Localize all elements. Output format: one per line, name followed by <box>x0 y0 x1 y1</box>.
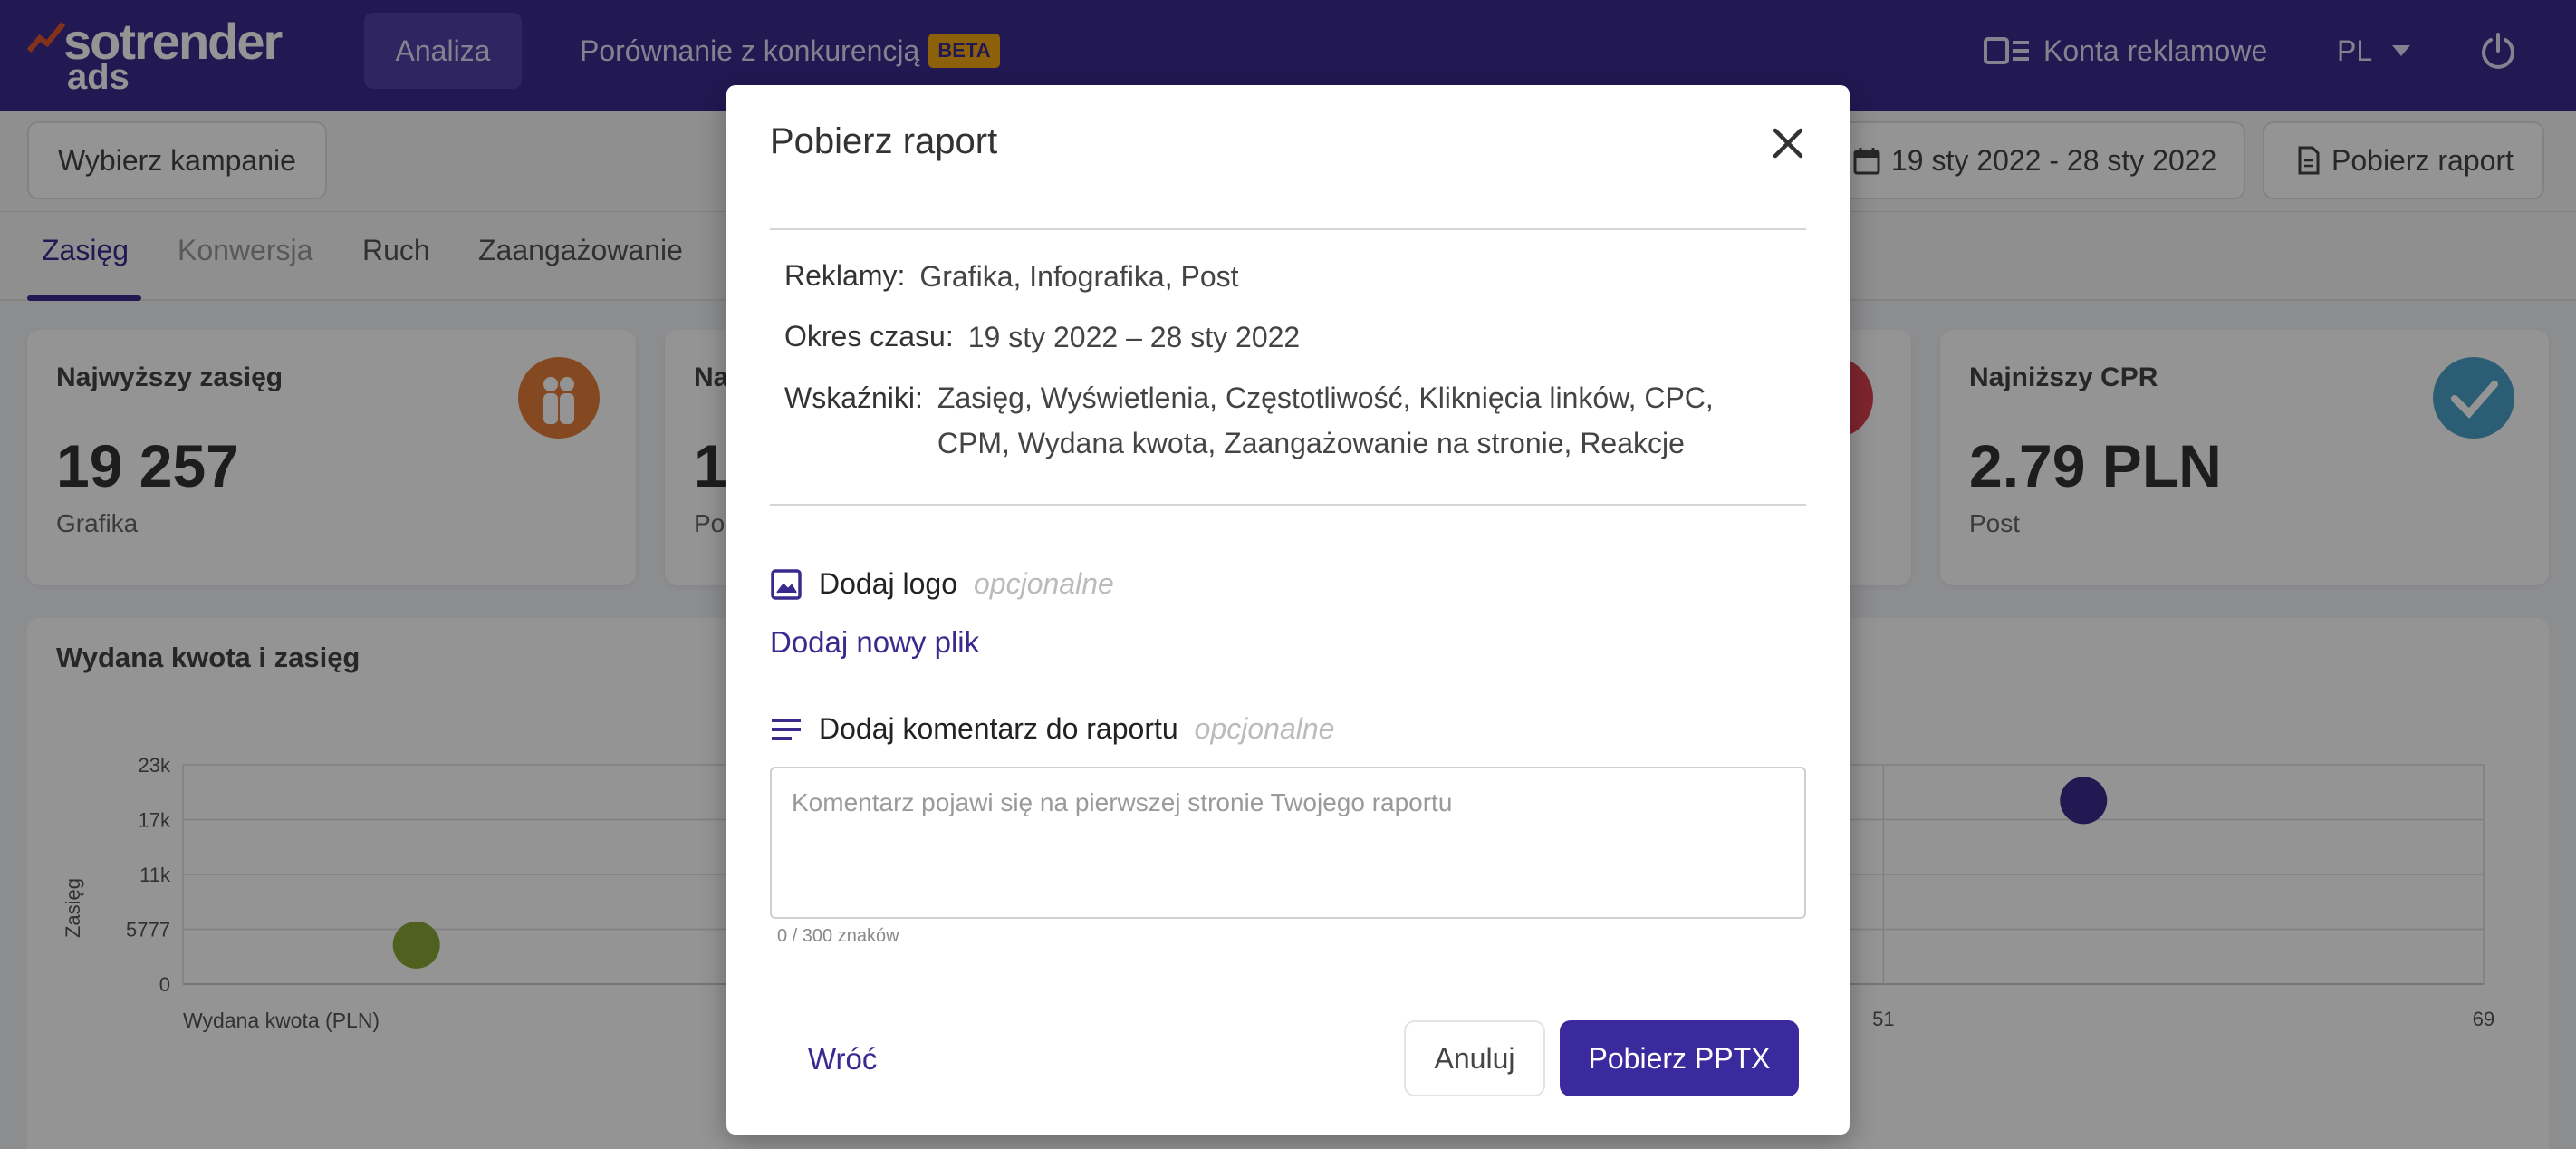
report-comment-textarea[interactable] <box>770 767 1806 919</box>
period-summary-row: Okres czasu: 19 sty 2022 – 28 sty 2022 <box>784 320 1300 354</box>
cancel-button[interactable]: Anuluj <box>1404 1020 1545 1096</box>
image-icon <box>771 568 802 600</box>
close-icon[interactable] <box>1766 121 1810 165</box>
download-pptx-button[interactable]: Pobierz PPTX <box>1560 1020 1799 1096</box>
add-new-file-link[interactable]: Dodaj nowy plik <box>770 625 979 660</box>
divider-middle <box>770 504 1806 506</box>
metrics-label: Wskaźniki: <box>784 381 923 414</box>
download-report-dialog: Pobierz raport Reklamy: Grafika, Infogra… <box>726 85 1850 1135</box>
divider-top <box>770 228 1806 230</box>
add-comment-label: Dodaj komentarz do raportu <box>819 712 1178 745</box>
optional-hint: opcjonalne <box>974 567 1114 600</box>
metrics-summary-row: Wskaźniki: Zasięg, Wyświetlenia, Częstot… <box>784 375 1799 466</box>
back-button[interactable]: Wróć <box>808 1042 877 1077</box>
add-logo-label: Dodaj logo <box>819 567 957 600</box>
ads-label: Reklamy: <box>784 259 906 292</box>
text-lines-icon <box>772 718 801 740</box>
add-comment-section: Dodaj komentarz do raportu opcjonalne <box>770 712 1334 746</box>
metrics-value: Zasięg, Wyświetlenia, Częstotliwość, Kli… <box>937 381 1714 459</box>
period-value: 19 sty 2022 – 28 sty 2022 <box>967 321 1301 353</box>
dialog-title: Pobierz raport <box>770 121 998 161</box>
ads-value: Grafika, Infografika, Post <box>919 260 1239 293</box>
ads-summary-row: Reklamy: Grafika, Infografika, Post <box>784 259 1239 294</box>
optional-hint: opcjonalne <box>1194 712 1335 745</box>
character-counter: 0 / 300 znaków <box>777 926 899 946</box>
period-label: Okres czasu: <box>784 320 954 352</box>
add-logo-section: Dodaj logo opcjonalne <box>770 567 1114 601</box>
